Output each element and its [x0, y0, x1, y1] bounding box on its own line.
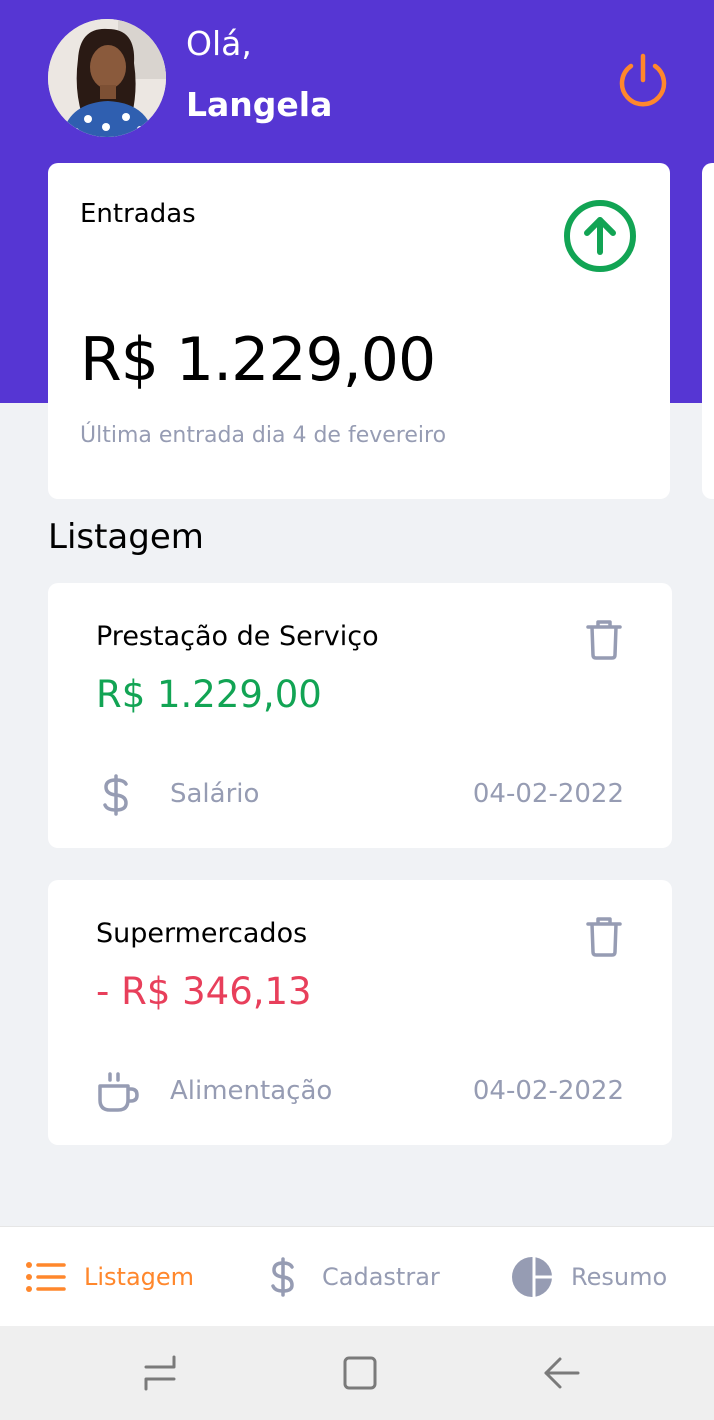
- transaction-card: Prestação de Serviço R$ 1.229,00 Salário…: [48, 583, 672, 848]
- bottom-tab-bar: Listagem Cadastrar Resumo: [0, 1226, 714, 1326]
- system-navigation-bar: [0, 1326, 714, 1420]
- home-icon: [343, 1356, 377, 1390]
- dollar-icon: [271, 1257, 294, 1297]
- avatar[interactable]: [48, 19, 166, 137]
- tab-resumo[interactable]: Resumo: [511, 1227, 667, 1327]
- back-button[interactable]: [542, 1353, 582, 1393]
- username: Langela: [186, 85, 333, 124]
- summary-card-title: Entradas: [80, 199, 196, 229]
- tab-label: Cadastrar: [322, 1263, 440, 1291]
- outcome-summary-card-peek[interactable]: [702, 163, 714, 499]
- avatar-image: [48, 19, 166, 137]
- transaction-date: 04-02-2022: [472, 1076, 624, 1106]
- arrow-up-circle-icon: [562, 198, 638, 274]
- transaction-category: Alimentação: [170, 1076, 333, 1106]
- transaction-title: Prestação de Serviço: [96, 621, 379, 652]
- greeting-text: Olá,: [186, 24, 252, 63]
- transaction-date: 04-02-2022: [472, 779, 624, 809]
- recent-apps-icon: [144, 1355, 176, 1391]
- home-button[interactable]: [340, 1353, 380, 1393]
- summary-amount: R$ 1.229,00: [80, 325, 436, 395]
- income-summary-card: Entradas R$ 1.229,00 Última entrada dia …: [48, 163, 670, 499]
- tab-label: Resumo: [571, 1263, 668, 1291]
- transaction-amount: - R$ 346,13: [96, 970, 312, 1013]
- delete-transaction-button[interactable]: [584, 617, 624, 661]
- dollar-icon: [96, 773, 136, 817]
- pie-chart-icon: [512, 1257, 552, 1297]
- recent-apps-button[interactable]: [140, 1353, 180, 1393]
- power-icon: [619, 53, 667, 107]
- list-icon: [26, 1262, 66, 1292]
- transaction-amount: R$ 1.229,00: [96, 673, 322, 716]
- trash-icon: [586, 917, 622, 957]
- coffee-icon: [96, 1070, 139, 1114]
- tab-listagem[interactable]: Listagem: [24, 1227, 194, 1327]
- transaction-title: Supermercados: [96, 918, 308, 949]
- delete-transaction-button[interactable]: [584, 914, 624, 958]
- tab-label: Listagem: [84, 1263, 195, 1291]
- trash-icon: [586, 620, 622, 660]
- summary-last-entry: Última entrada dia 4 de fevereiro: [80, 423, 447, 448]
- logout-button[interactable]: [612, 50, 674, 112]
- back-arrow-icon: [544, 1357, 580, 1389]
- tab-cadastrar[interactable]: Cadastrar: [262, 1227, 440, 1327]
- transaction-category: Salário: [170, 779, 260, 809]
- listing-title: Listagem: [48, 517, 204, 557]
- transaction-card: Supermercados - R$ 346,13 Alimentação 04…: [48, 880, 672, 1145]
